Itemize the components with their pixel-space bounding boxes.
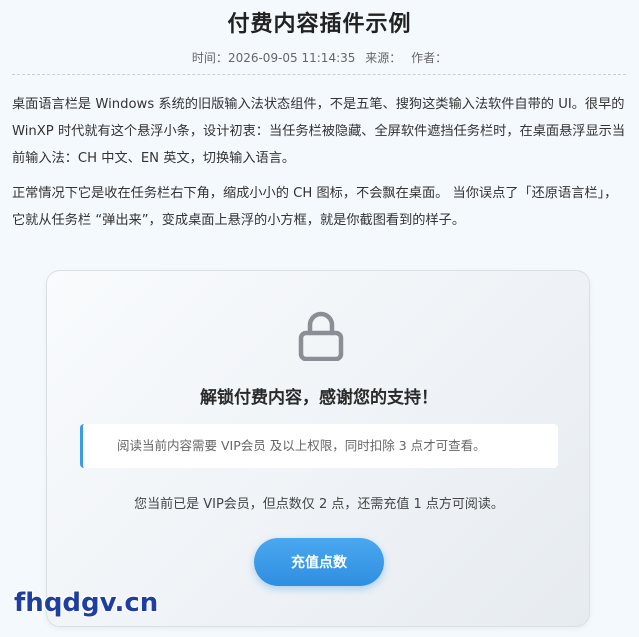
author-label: 作者： [411, 51, 448, 65]
paywall-notice: 阅读当前内容需要 VIP会员 及以上权限，同时扣除 3 点才可查看。 [80, 424, 558, 468]
lock-icon [298, 311, 344, 361]
paywall-card: 解锁付费内容，感谢您的支持！ 阅读当前内容需要 VIP会员 及以上权限，同时扣除… [46, 270, 590, 627]
article-paragraph-1: 桌面语言栏是 Windows 系统的旧版输入法状态组件，不是五笔、搜狗这类输入法… [12, 97, 626, 166]
paywall-status: 您当前已是 VIP会员，但点数仅 2 点，还需充值 1 点方可阅读。 [134, 497, 504, 512]
time-label: 时间：2026-09-05 11:14:35 [191, 51, 356, 65]
source-label: 来源： [365, 51, 402, 65]
page-title: 付费内容插件示例 [227, 12, 412, 37]
article-meta: 时间：2026-09-05 11:14:35 来源： 作者： [0, 49, 639, 66]
recharge-points-button[interactable]: 充值点数 [254, 538, 384, 586]
divider [12, 74, 626, 75]
paywall-title: 解锁付费内容，感谢您的支持！ [200, 388, 438, 408]
page: 付费内容插件示例 时间：2026-09-05 11:14:35 来源： 作者： … [0, 0, 639, 637]
article-paragraph-2: 正常情况下它是收在任务栏右下角，缩成小小的 CH 图标，不会飘在桌面。 当你误点… [12, 186, 618, 228]
site-watermark: fhqdgv.cn [14, 588, 159, 618]
